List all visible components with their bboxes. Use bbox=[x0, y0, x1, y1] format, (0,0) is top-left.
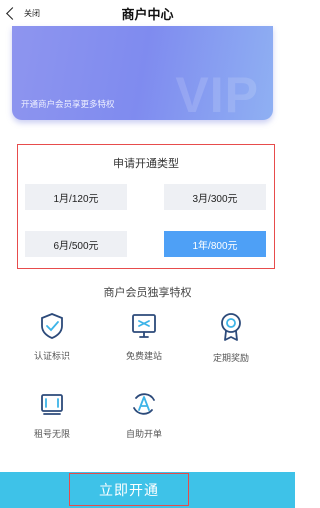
plan-option-6-months[interactable]: 6月/500元 bbox=[25, 231, 127, 257]
vip-banner-note: 开通商户会员享更多特权 bbox=[21, 99, 115, 109]
page-title: 商户中心 bbox=[121, 7, 174, 22]
privilege-label: 定期奖励 bbox=[212, 353, 249, 363]
medal-icon bbox=[221, 313, 241, 341]
plan-type-panel: 申请开通类型 1月/120元 3月/300元 6月/500元 1年/800元 bbox=[17, 144, 275, 269]
vip-banner-card: VIP 开通商户会员享更多特权 bbox=[12, 26, 273, 120]
privilege-certification[interactable]: 认证标识 bbox=[12, 312, 92, 362]
privilege-unlimited-rental[interactable]: 租号无限 bbox=[12, 390, 92, 440]
plan-option-1-year[interactable]: 1年/800元 bbox=[164, 231, 266, 257]
privilege-label: 租号无限 bbox=[33, 429, 70, 439]
plan-option-3-months[interactable]: 3月/300元 bbox=[164, 184, 266, 210]
plan-type-title: 申请开通类型 bbox=[113, 158, 179, 170]
privilege-label: 免费建站 bbox=[125, 351, 162, 361]
privilege-rewards[interactable]: 定期奖励 bbox=[191, 312, 271, 364]
shield-check-icon bbox=[41, 313, 63, 339]
privilege-label: 自助开单 bbox=[125, 429, 162, 439]
plan-option-1-month[interactable]: 1月/120元 bbox=[25, 184, 127, 210]
privilege-self-service-order[interactable]: 自助开单 bbox=[104, 390, 184, 440]
top-nav-bar: 关闭 商户中心 bbox=[0, 0, 295, 26]
monitor-icon bbox=[132, 314, 156, 338]
privileges-title: 商户会员独享特权 bbox=[103, 287, 192, 299]
letter-a-cycle-icon bbox=[133, 393, 155, 415]
privilege-free-site[interactable]: 免费建站 bbox=[104, 312, 184, 362]
privilege-label: 认证标识 bbox=[33, 351, 70, 361]
vip-watermark: VIP bbox=[175, 67, 259, 120]
open-now-button[interactable]: 立即开通 bbox=[69, 473, 189, 506]
screen-bracket-icon bbox=[41, 394, 63, 415]
